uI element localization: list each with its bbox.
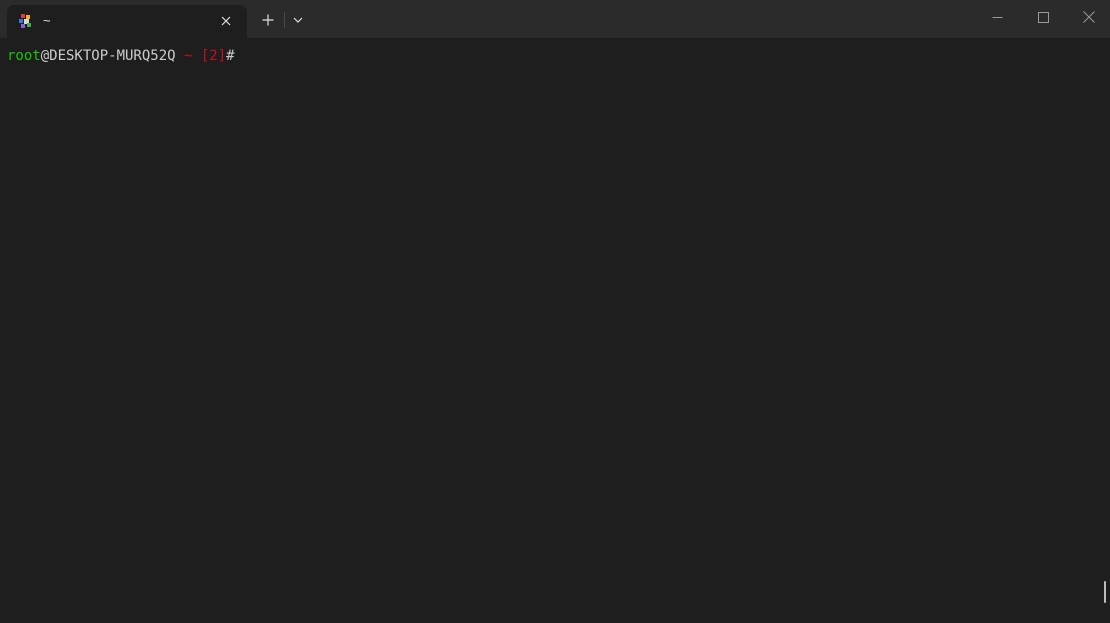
- prompt-exit-status: [2]: [200, 48, 227, 64]
- minimize-icon: [992, 16, 1002, 18]
- linux-penguin-icon: [19, 14, 31, 28]
- tab-close-button[interactable]: [217, 12, 235, 30]
- maximize-icon: [1037, 11, 1049, 23]
- tab-title: ~: [43, 13, 51, 28]
- prompt-host: @DESKTOP-MURQ52Q: [40, 48, 176, 64]
- scrollbar-thumb[interactable]: [1104, 581, 1106, 603]
- plus-icon: [262, 14, 274, 26]
- prompt-cwd: ~: [175, 48, 201, 64]
- maximize-button[interactable]: [1020, 0, 1066, 34]
- close-icon: [221, 16, 231, 26]
- tabbar-divider: [284, 12, 285, 28]
- prompt-symbol: #: [226, 48, 235, 64]
- prompt-user: root: [7, 48, 41, 64]
- terminal-area[interactable]: root@DESKTOP-MURQ52Q ~ [2]#: [0, 38, 1110, 623]
- chevron-down-icon: [293, 17, 303, 23]
- profile-dropdown-button[interactable]: [288, 9, 308, 31]
- window-close-button[interactable]: [1066, 0, 1110, 34]
- new-tab-button[interactable]: [257, 9, 279, 31]
- title-bar[interactable]: ~: [0, 0, 1110, 38]
- close-icon: [1083, 11, 1095, 23]
- tab-active[interactable]: ~: [7, 5, 247, 38]
- shell-prompt: root@DESKTOP-MURQ52Q ~ [2]#: [7, 47, 235, 65]
- terminal-window: ~ root@DESKTOP-MURQ52Q ~ [2]#: [0, 0, 1110, 623]
- minimize-button[interactable]: [974, 0, 1020, 34]
